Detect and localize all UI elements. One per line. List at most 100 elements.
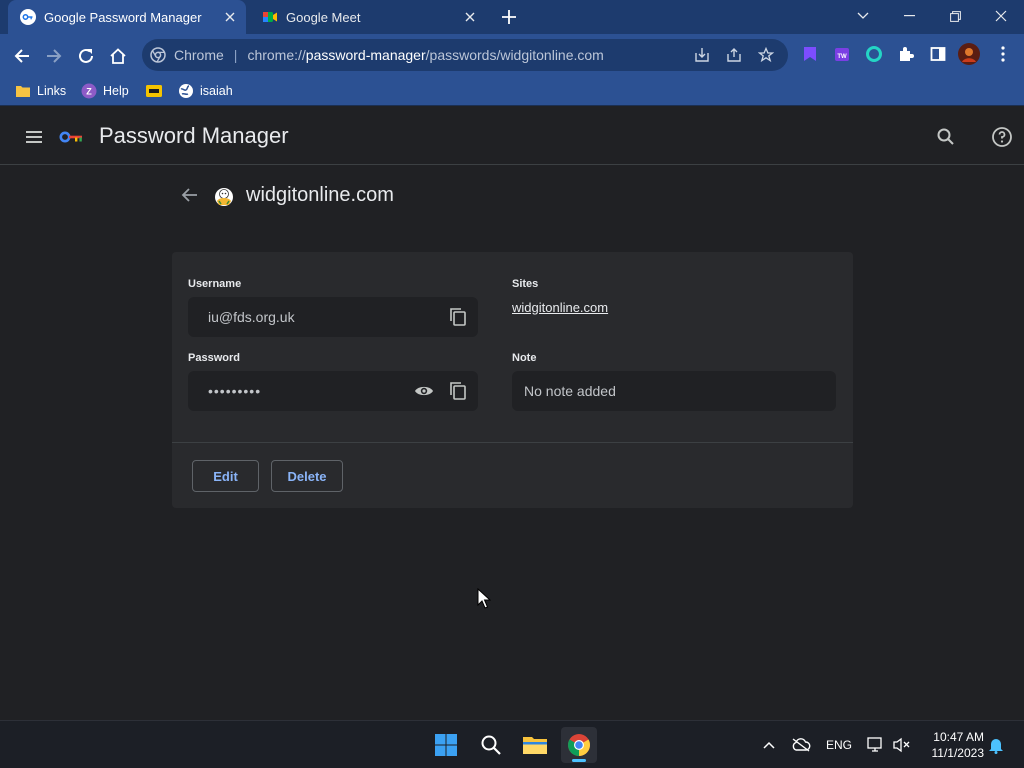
close-icon [995, 10, 1007, 22]
close-tab-icon[interactable] [460, 7, 480, 27]
active-app-indicator [572, 759, 586, 762]
help-icon[interactable] [990, 125, 1014, 149]
edit-button[interactable]: Edit [192, 460, 259, 492]
network-icon [867, 737, 882, 752]
bookmark-label: Help [103, 84, 129, 98]
hamburger-menu-icon[interactable] [22, 125, 46, 149]
show-hidden-icons-button[interactable] [760, 735, 778, 755]
minimize-icon [903, 15, 915, 17]
restore-button[interactable] [932, 0, 978, 32]
extensions-button[interactable] [895, 43, 917, 65]
windows-logo-icon [435, 734, 457, 756]
forward-button[interactable] [40, 42, 68, 70]
bookmarks-bar: Links Z Help isaiah [0, 76, 1024, 106]
bookmark-help[interactable]: Z Help [81, 81, 129, 101]
bookmark-isaiah[interactable]: isaiah [178, 81, 233, 101]
note-field: No note added [512, 371, 836, 411]
sites-label: Sites [512, 278, 539, 290]
tab-google-meet[interactable]: Google Meet [250, 0, 486, 34]
yellow-bookmark-icon [146, 85, 162, 97]
address-bar[interactable]: Chrome | chrome://password-manager/passw… [142, 39, 788, 71]
onedrive-button[interactable] [790, 735, 812, 755]
omnibox-separator: | [233, 47, 238, 63]
password-field[interactable]: ••••••••• [188, 371, 478, 411]
notifications-button[interactable] [986, 735, 1006, 755]
tab-title: Google Password Manager [44, 9, 202, 25]
chrome-taskbar-button[interactable] [561, 727, 597, 763]
mouse-cursor-icon [477, 588, 491, 609]
restore-icon [949, 10, 961, 22]
home-icon [110, 48, 126, 64]
svg-text:TW: TW [837, 54, 847, 60]
show-password-button[interactable] [410, 377, 438, 405]
network-button[interactable] [866, 735, 886, 755]
tab-google-password-manager[interactable]: Google Password Manager [8, 0, 246, 34]
chevron-up-icon [763, 741, 775, 749]
new-tab-button[interactable] [498, 6, 520, 28]
avatar-icon [958, 43, 980, 65]
site-favicon-icon [215, 188, 233, 206]
svg-text:Z: Z [86, 87, 92, 97]
site-link[interactable]: widgitonline.com [512, 300, 608, 315]
side-panel-icon [930, 47, 946, 61]
password-manager-key-logo [59, 131, 82, 143]
arrow-right-icon [47, 49, 62, 63]
note-value: No note added [524, 383, 616, 399]
clock-time: 10:47 AM [933, 730, 984, 744]
browser-toolbar: Chrome | chrome://password-manager/passw… [0, 34, 1024, 76]
puzzle-icon [900, 47, 914, 61]
taskbar-search-button[interactable] [473, 727, 509, 763]
app-header: Password Manager [0, 108, 1024, 165]
copy-password-button[interactable] [444, 377, 472, 405]
search-icon[interactable] [934, 125, 958, 149]
teal-ring-icon [866, 46, 882, 62]
copy-username-button[interactable] [444, 303, 472, 331]
input-language-button[interactable]: ENG [824, 735, 854, 755]
chrome-menu-button[interactable] [992, 43, 1014, 65]
globe-icon [179, 84, 193, 98]
reload-icon [79, 48, 93, 63]
close-tab-icon[interactable] [220, 7, 240, 27]
volume-button[interactable] [892, 735, 912, 755]
extension-teal-ring[interactable] [863, 43, 885, 65]
tab-search-button[interactable] [840, 0, 886, 32]
bookmark-label: isaiah [200, 84, 233, 98]
password-label: Password [188, 352, 240, 364]
bookmark-yellow[interactable] [146, 81, 168, 101]
folder-icon [16, 86, 30, 97]
bookmark-links[interactable]: Links [15, 81, 66, 101]
profile-avatar[interactable] [958, 43, 980, 65]
windows-taskbar: ENG 10:47 AM 11/1/2023 [0, 720, 1024, 768]
back-arrow-icon[interactable] [179, 184, 201, 206]
minimize-button[interactable] [886, 0, 932, 32]
chrome-logo-icon [150, 47, 166, 63]
password-value: ••••••••• [208, 383, 262, 399]
reload-button[interactable] [72, 42, 100, 70]
bookmark-star-button[interactable] [754, 43, 778, 67]
bookmark-label: Links [37, 84, 67, 98]
home-button[interactable] [104, 42, 132, 70]
extension-purple-bookmark[interactable] [799, 43, 821, 65]
url-path: /passwords/widgitonline.com [425, 47, 604, 63]
app-title: Password Manager [99, 123, 289, 148]
chevron-down-icon [857, 12, 869, 19]
delete-button[interactable]: Delete [271, 460, 343, 492]
google-meet-icon [263, 12, 277, 22]
clock-date: 11/1/2023 [931, 746, 985, 760]
back-button[interactable] [8, 42, 36, 70]
star-icon [758, 47, 774, 63]
side-panel-button[interactable] [927, 43, 949, 65]
install-icon [695, 48, 709, 62]
copy-icon [450, 308, 466, 326]
tw-puzzle-icon: TW [835, 48, 849, 61]
close-window-button[interactable] [978, 0, 1024, 32]
system-clock[interactable]: 10:47 AM 11/1/2023 [918, 729, 985, 761]
share-button[interactable] [722, 43, 746, 67]
username-field[interactable]: iu@fds.org.uk [188, 297, 478, 337]
extension-tw[interactable]: TW [831, 43, 853, 65]
file-explorer-button[interactable] [517, 727, 553, 763]
install-app-button[interactable] [690, 43, 714, 67]
start-button[interactable] [428, 727, 464, 763]
url-host: password-manager [305, 47, 426, 63]
eye-icon [415, 386, 433, 396]
